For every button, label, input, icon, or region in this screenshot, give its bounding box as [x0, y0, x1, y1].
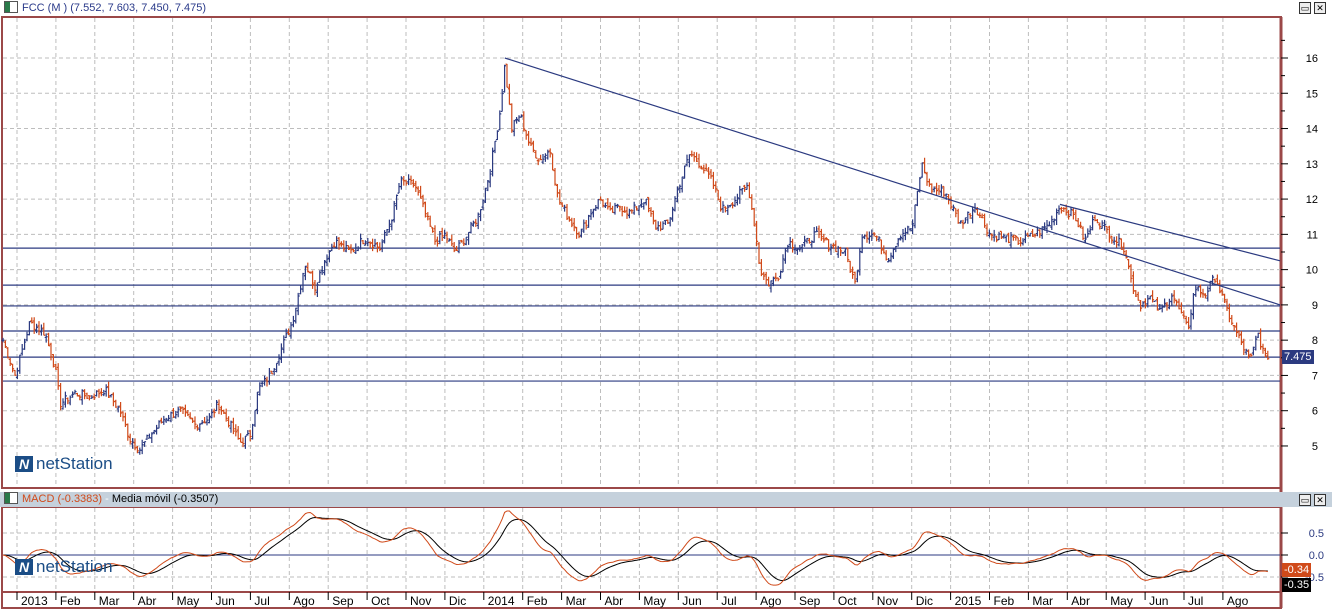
price-panel-frame — [1, 16, 1282, 489]
time-label-2014: 2014 — [488, 594, 515, 608]
time-label-mar: Mar — [566, 594, 587, 608]
time-label-sep: Sep — [799, 594, 821, 608]
time-label-oct: Oct — [838, 594, 857, 608]
time-label-may: May — [643, 594, 666, 608]
logo-text: netStation — [36, 454, 113, 473]
time-label-abr: Abr — [605, 594, 624, 608]
time-label-jul: Jul — [254, 594, 269, 608]
time-label-may: May — [177, 594, 200, 608]
time-label-abr: Abr — [138, 594, 157, 608]
time-label-feb: Feb — [60, 594, 81, 608]
chart-canvas: 2013 Feb Mar Abr May Jun Jul Ago Sep Oct Nov Dic 201… — [1, 16, 1324, 609]
time-label-ago: Ago — [293, 594, 315, 608]
time-label-2015: 2015 — [955, 594, 982, 608]
chart-title: FCC (M ) (7.552, 7.603, 7.450, 7.475) — [22, 2, 207, 14]
price-bar — [1153, 300, 1157, 302]
chart-icon — [4, 1, 18, 13]
price-axis-label: 13 — [1306, 159, 1318, 171]
netstation-logo: NnetStation — [15, 454, 113, 474]
time-label-nov: Nov — [410, 594, 431, 608]
last-price-tag: 7.475 — [1282, 350, 1314, 364]
logo-icon: N — [15, 559, 33, 575]
time-label-jul: Jul — [721, 594, 736, 608]
time-label-dic: Dic — [916, 594, 933, 608]
price-axis-label: 15 — [1306, 88, 1318, 100]
macd-value-tag: -0.34 — [1282, 563, 1312, 577]
restore-button[interactable]: ▭ — [1299, 2, 1311, 14]
moving-average-label: Media móvil (-0.3507) — [111, 493, 219, 505]
logo-text: netStation — [36, 557, 113, 576]
chart-title-bar: FCC (M ) (7.552, 7.603, 7.450, 7.475) ▭ ✕ — [0, 0, 1332, 16]
price-axis-label: 6 — [1312, 406, 1318, 418]
time-label-may: May — [1110, 594, 1133, 608]
time-label-jun: Jun — [216, 594, 235, 608]
time-label-mar: Mar — [99, 594, 120, 608]
time-label-ago: Ago — [1227, 594, 1249, 608]
time-label-mar: Mar — [1032, 594, 1053, 608]
netstation-logo: NnetStation — [15, 557, 113, 577]
price-axis-label: 7 — [1312, 370, 1318, 382]
time-label-sep: Sep — [332, 594, 354, 608]
time-label-abr: Abr — [1071, 594, 1090, 608]
close-button[interactable]: ✕ — [1314, 2, 1326, 14]
time-label-oct: Oct — [371, 594, 390, 608]
time-label-feb: Feb — [527, 594, 548, 608]
signal-value-tag: -0.35 — [1282, 578, 1312, 592]
close-button[interactable]: ✕ — [1314, 494, 1326, 506]
time-label-dic: Dic — [449, 594, 466, 608]
macd-axis-label: 0.0 — [1309, 550, 1324, 562]
price-axis-label: 11 — [1307, 229, 1318, 241]
price-axis-label: 16 — [1306, 53, 1318, 65]
macd-title-bar: MACD (-0.3383) - Media móvil (-0.3507) ▭… — [0, 492, 1332, 507]
grid — [1, 16, 1283, 609]
price-axis-label: 14 — [1306, 124, 1318, 136]
restore-button[interactable]: ▭ — [1299, 494, 1311, 506]
time-label-feb: Feb — [994, 594, 1015, 608]
price-axis-label: 8 — [1312, 335, 1318, 347]
time-label-ago: Ago — [760, 594, 782, 608]
price-axis-label: 5 — [1312, 441, 1318, 453]
time-label-jun: Jun — [1149, 594, 1168, 608]
macd-axis-label: 0.5 — [1309, 528, 1324, 540]
logo-icon: N — [15, 456, 33, 472]
separator: - — [102, 493, 112, 505]
time-label-jul: Jul — [1188, 594, 1203, 608]
macd-label: MACD (-0.3383) — [22, 493, 103, 505]
price-axis-label: 10 — [1306, 265, 1318, 277]
chart-icon — [4, 492, 18, 504]
price-axis-label: 12 — [1306, 194, 1318, 206]
price-axis-label: 9 — [1312, 300, 1318, 312]
time-label-2013: 2013 — [21, 594, 48, 608]
time-label-nov: Nov — [877, 594, 898, 608]
time-label-jun: Jun — [682, 594, 701, 608]
macd-panel-frame — [1, 506, 1282, 593]
